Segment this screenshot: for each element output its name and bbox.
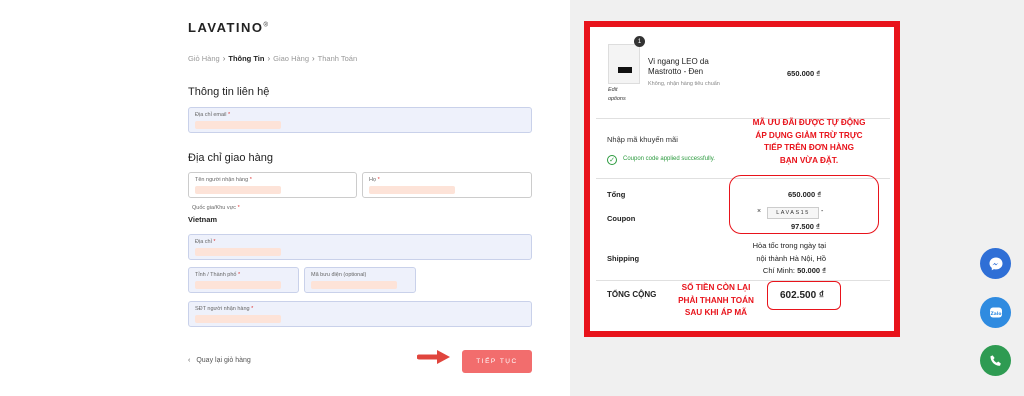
product-price: 650.000 ₫	[787, 69, 821, 78]
city-field[interactable]: Tỉnh / Thành phố *	[188, 267, 299, 293]
last-name-label: Họ *	[369, 177, 380, 183]
annotation-line: ÁP DỤNG GIẢM TRỪ TRỰC	[755, 130, 863, 140]
breadcrumb-separator: ›	[222, 54, 226, 63]
last-name-value-redacted	[369, 186, 455, 194]
breadcrumb-shipping: Giao Hàng	[273, 54, 309, 63]
email-value-redacted	[195, 121, 281, 129]
annotation-line: SỐ TIỀN CÒN LẠI	[681, 283, 751, 292]
address-field[interactable]: Địa chỉ *	[188, 234, 532, 260]
address-label: Địa chỉ *	[195, 239, 216, 245]
breadcrumb-info: Thông Tin	[228, 54, 265, 63]
svg-text:Zalo: Zalo	[990, 310, 1001, 316]
shipping-line1: Hỏa tốc trong ngày tại	[752, 241, 826, 250]
product-image	[618, 67, 632, 73]
annotation-line: MÃ ƯU ĐÃI ĐƯỢC TỰ ĐỘNG	[752, 118, 866, 127]
edit-options-line1: Edit	[608, 87, 618, 93]
postcode-label: Mã bưu điện (optional)	[311, 272, 367, 278]
annotation-line: SAU KHI ÁP MÃ	[684, 308, 748, 317]
brand-logo[interactable]: LAVATINO®	[188, 20, 269, 35]
messenger-icon[interactable]	[980, 248, 1011, 279]
zalo-icon[interactable]: Zalo	[980, 297, 1011, 328]
annotation-line: TIẾP TRÊN ĐƠN HÀNG	[763, 143, 855, 152]
first-name-value-redacted	[195, 186, 281, 194]
shipping-line3: Chí Minh: 50.000 ₫	[762, 266, 826, 275]
edit-options-line2: options	[608, 96, 626, 102]
quantity-badge: 1	[634, 36, 645, 47]
shipping-label: Shipping	[607, 254, 640, 263]
last-name-field[interactable]: Họ *	[362, 172, 532, 198]
phone-label: SĐT người nhận hàng *	[195, 306, 254, 312]
first-name-field[interactable]: Tên người nhận hàng *	[188, 172, 357, 198]
product-shipping-note: Không, nhận hàng tiêu chuẩn	[648, 81, 720, 87]
product-name-line2: Mastrotto - Đen	[648, 67, 704, 76]
shipping-method: Hỏa tốc trong ngày tại nội thành Hà Nội,…	[716, 240, 826, 278]
country-label: Quốc gia/Khu vực *	[192, 205, 240, 211]
annotation-line: PHẢI THANH TOÁN	[678, 295, 754, 305]
product-name: Vi ngang LEO da Mastrotto - Đen	[648, 57, 709, 77]
address-value-redacted	[195, 248, 281, 256]
breadcrumb-payment: Thanh Toán	[317, 54, 358, 63]
phone-value-redacted	[195, 315, 281, 323]
email-field[interactable]: Địa chỉ email *	[188, 107, 532, 133]
country-select[interactable]: Vietnam	[188, 215, 217, 224]
subtotal-label: Tổng	[607, 190, 626, 199]
shipping-line2: nội thành Hà Nội, Hồ	[756, 253, 826, 263]
chevron-left-icon: ‹	[188, 357, 191, 364]
back-to-cart-label: Quay lại giỏ hàng	[196, 357, 251, 364]
coupon-success-message: Coupon code applied successfully.	[623, 156, 715, 162]
summary-divider	[596, 280, 890, 281]
breadcrumb-separator: ›	[267, 54, 271, 63]
annotation-line: BẠN VỪA ĐẶT.	[779, 155, 839, 165]
shipping-address-heading: Địa chỉ giao hàng	[188, 152, 274, 164]
shipping-price: 50.000 ₫	[797, 266, 826, 275]
phone-icon[interactable]	[980, 345, 1011, 376]
breadcrumb-separator: ›	[312, 54, 315, 63]
contact-heading: Thông tin liên hệ	[188, 86, 270, 98]
arrow-right-icon	[417, 350, 450, 364]
edit-options-link[interactable]: Edit options	[608, 86, 626, 104]
product-name-line1: Vi ngang LEO da	[648, 57, 709, 66]
city-label: Tỉnh / Thành phố *	[195, 272, 241, 278]
postcode-value-redacted	[311, 281, 397, 289]
city-value-redacted	[195, 281, 281, 289]
breadcrumb-cart[interactable]: Giỏ Hàng	[188, 54, 220, 63]
remaining-amount-annotation: SỐ TIỀN CÒN LẠI PHẢI THANH TOÁN SAU KHI …	[664, 282, 768, 320]
check-circle-icon: ✓	[607, 155, 617, 165]
first-name-label: Tên người nhận hàng *	[195, 177, 252, 183]
brand-name: LAVATINO	[188, 20, 264, 35]
total-highlight-box	[767, 281, 841, 310]
email-label: Địa chỉ email *	[195, 112, 231, 118]
auto-discount-annotation: MÃ ƯU ĐÃI ĐƯỢC TỰ ĐỘNG ÁP DỤNG GIẢM TRỪ …	[726, 117, 892, 167]
breadcrumb: Giỏ Hàng › Thông Tin › Giao Hàng › Thanh…	[188, 54, 357, 63]
total-label: TỔNG CỘNG	[607, 290, 657, 299]
promo-code-toggle[interactable]: Nhập mã khuyến mãi	[607, 135, 678, 144]
coupon-label: Coupon	[607, 214, 636, 223]
phone-field[interactable]: SĐT người nhận hàng *	[188, 301, 532, 327]
continue-button[interactable]: TIẾP TỤC	[462, 350, 532, 373]
back-to-cart-link[interactable]: ‹ Quay lại giỏ hàng	[188, 357, 251, 364]
discount-highlight-oval	[729, 175, 879, 234]
postcode-field[interactable]: Mã bưu điện (optional)	[304, 267, 416, 293]
product-thumbnail	[608, 44, 640, 84]
brand-mark: ®	[263, 22, 270, 29]
